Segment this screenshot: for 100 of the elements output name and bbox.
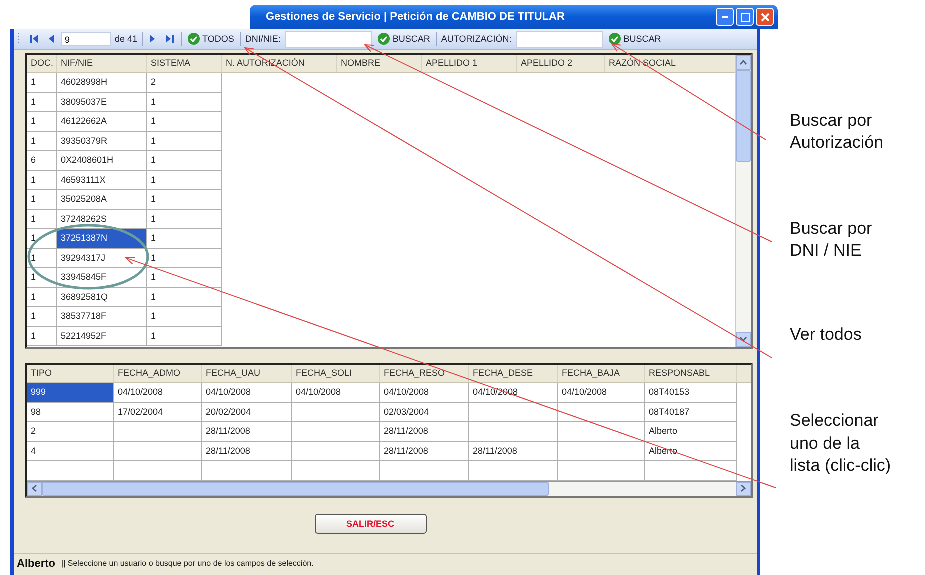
table-cell[interactable]: 1 [147,170,222,190]
table-cell[interactable]: 04/10/2008 [202,383,292,402]
close-button[interactable] [756,8,774,26]
table-cell[interactable]: 39350379R [57,132,147,151]
empty-cell[interactable] [469,402,558,422]
table-cell[interactable]: 1 [27,92,57,112]
table-cell[interactable]: 17/02/2004 [114,402,202,422]
table-cell[interactable]: 28/11/2008 [380,422,469,442]
column-header[interactable]: RESPONSABL [645,365,737,382]
table-cell[interactable]: 1 [147,307,222,326]
column-header[interactable]: NOMBRE [337,55,422,72]
table-cell[interactable]: 52214952F [57,326,147,346]
table-cell[interactable]: 1 [147,326,222,346]
first-record-button[interactable] [27,34,41,44]
search-button[interactable]: BUSCAR [606,33,664,45]
column-header[interactable]: FECHA_SOLI [292,365,380,382]
table-cell[interactable]: 02/03/2004 [380,402,469,422]
table-cell[interactable]: 1 [27,210,57,229]
column-header[interactable]: APELLIDO 2 [517,55,605,72]
column-header[interactable]: FECHA_DESE [469,365,558,382]
search-field[interactable] [284,30,372,48]
column-header[interactable]: NIF/NIE [57,55,147,72]
empty-cell[interactable] [292,402,380,422]
table-cell[interactable]: 08T40153 [645,383,737,402]
table-cell[interactable]: 2 [27,422,114,442]
table-cell[interactable]: 04/10/2008 [558,383,645,402]
table-cell[interactable]: 33945845F [57,268,147,288]
table-cell[interactable]: 1 [147,248,222,268]
table-cell[interactable]: 38095037E [57,92,147,112]
table-cell[interactable]: 1 [27,170,57,190]
table-cell[interactable]: 1 [147,151,222,170]
table-cell[interactable]: 46122662A [57,112,147,132]
table-cell[interactable]: 46593111X [57,170,147,190]
close-icon [760,12,770,22]
scroll-thumb[interactable] [42,482,549,496]
column-header[interactable]: FECHA_UAU [202,365,292,382]
table-cell[interactable]: 1 [27,268,57,288]
table-cell[interactable]: 2 [147,73,222,92]
empty-cell[interactable] [114,442,202,461]
table-cell[interactable]: 1 [27,132,57,151]
table-cell[interactable]: 1 [147,132,222,151]
table-cell[interactable]: 28/11/2008 [202,442,292,461]
column-header[interactable]: FECHA_BAJA [558,365,645,382]
exit-button[interactable]: SALIR/ESC [314,514,426,534]
table-cell[interactable]: 04/10/2008 [292,383,380,402]
table-cell[interactable]: 28/11/2008 [469,442,558,461]
table-cell[interactable]: 1 [27,73,57,92]
table-cell[interactable]: 39294317J [57,248,147,268]
table-cell[interactable]: 1 [147,210,222,229]
table-cell[interactable]: 04/10/2008 [114,383,202,402]
show-all-button[interactable]: TODOS [186,33,236,45]
scroll-thumb[interactable] [736,70,751,162]
table-cell[interactable]: 08T40187 [645,402,737,422]
table-cell[interactable]: 04/10/2008 [380,383,469,402]
table-cell[interactable]: 1 [147,268,222,288]
horizontal-scrollbar[interactable] [27,480,751,496]
record-field[interactable]: 9 [61,32,111,46]
search-field[interactable] [516,30,603,48]
table-cell[interactable]: 0X2408601H [57,151,147,170]
table-cell[interactable]: 46028998H [57,73,147,92]
table-cell[interactable]: 1 [27,112,57,132]
table-cell[interactable]: 1 [147,190,222,210]
table-cell[interactable]: 1 [147,288,222,307]
table-cell[interactable]: 1 [147,112,222,132]
table-cell[interactable]: 28/11/2008 [380,442,469,461]
empty-cell[interactable] [292,422,380,442]
search-button[interactable]: BUSCAR [376,33,432,45]
column-header[interactable]: TIPO [27,365,114,382]
column-header[interactable]: SISTEMA [147,55,222,72]
column-header[interactable]: FECHA_RESO [380,365,469,382]
table-cell[interactable]: 1 [27,326,57,346]
empty-cell[interactable] [292,442,380,461]
empty-cell[interactable] [114,422,202,442]
table-cell[interactable]: 1 [147,229,222,248]
table-cell[interactable]: 1 [27,307,57,326]
table-cell[interactable]: 36892581Q [57,288,147,307]
column-header[interactable]: APELLIDO 1 [422,55,517,72]
table-cell[interactable]: 1 [147,92,222,112]
table-cell[interactable]: 20/02/2004 [202,402,292,422]
table-cell[interactable]: 4 [27,442,114,461]
empty-cell[interactable] [558,402,645,422]
table-cell[interactable]: Alberto [645,422,737,442]
table-cell[interactable]: 28/11/2008 [202,422,292,442]
empty-cell[interactable] [558,422,645,442]
column-header[interactable]: FECHA_ADMO [114,365,202,382]
table-cell[interactable]: 1 [27,248,57,268]
vertical-scrollbar[interactable] [735,55,751,347]
table-cell[interactable]: 1 [27,190,57,210]
table-cell[interactable]: 1 [27,288,57,307]
table-cell[interactable]: 35025208A [57,190,147,210]
empty-cell[interactable] [558,442,645,461]
column-header[interactable]: DOC. [27,55,57,72]
table-cell[interactable]: 999 [27,383,114,402]
empty-cell[interactable] [469,422,558,442]
maximize-button[interactable] [736,8,754,26]
table-cell[interactable]: 37251387N [57,229,147,248]
minimize-button[interactable] [716,8,734,26]
table-cell[interactable]: 98 [27,402,114,422]
table-cell[interactable]: 38537718F [57,307,147,326]
table-cell[interactable]: 6 [27,151,57,170]
